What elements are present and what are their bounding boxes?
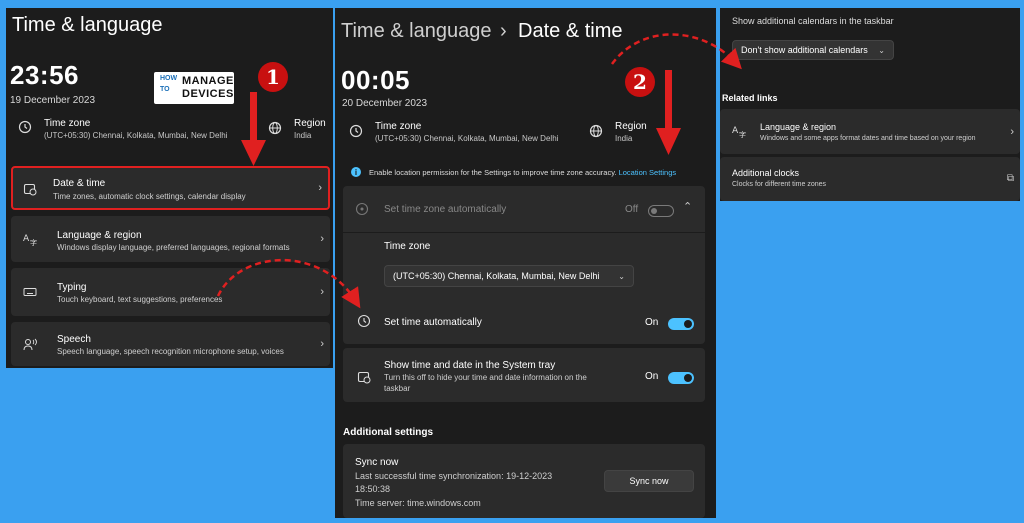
- annotation-arrows: [216, 33, 742, 309]
- dashed-arrow-1: [216, 259, 361, 309]
- arrow-down-1: [241, 92, 266, 166]
- arrow-down-2: [656, 70, 681, 155]
- dashed-arrow-2: [610, 33, 742, 70]
